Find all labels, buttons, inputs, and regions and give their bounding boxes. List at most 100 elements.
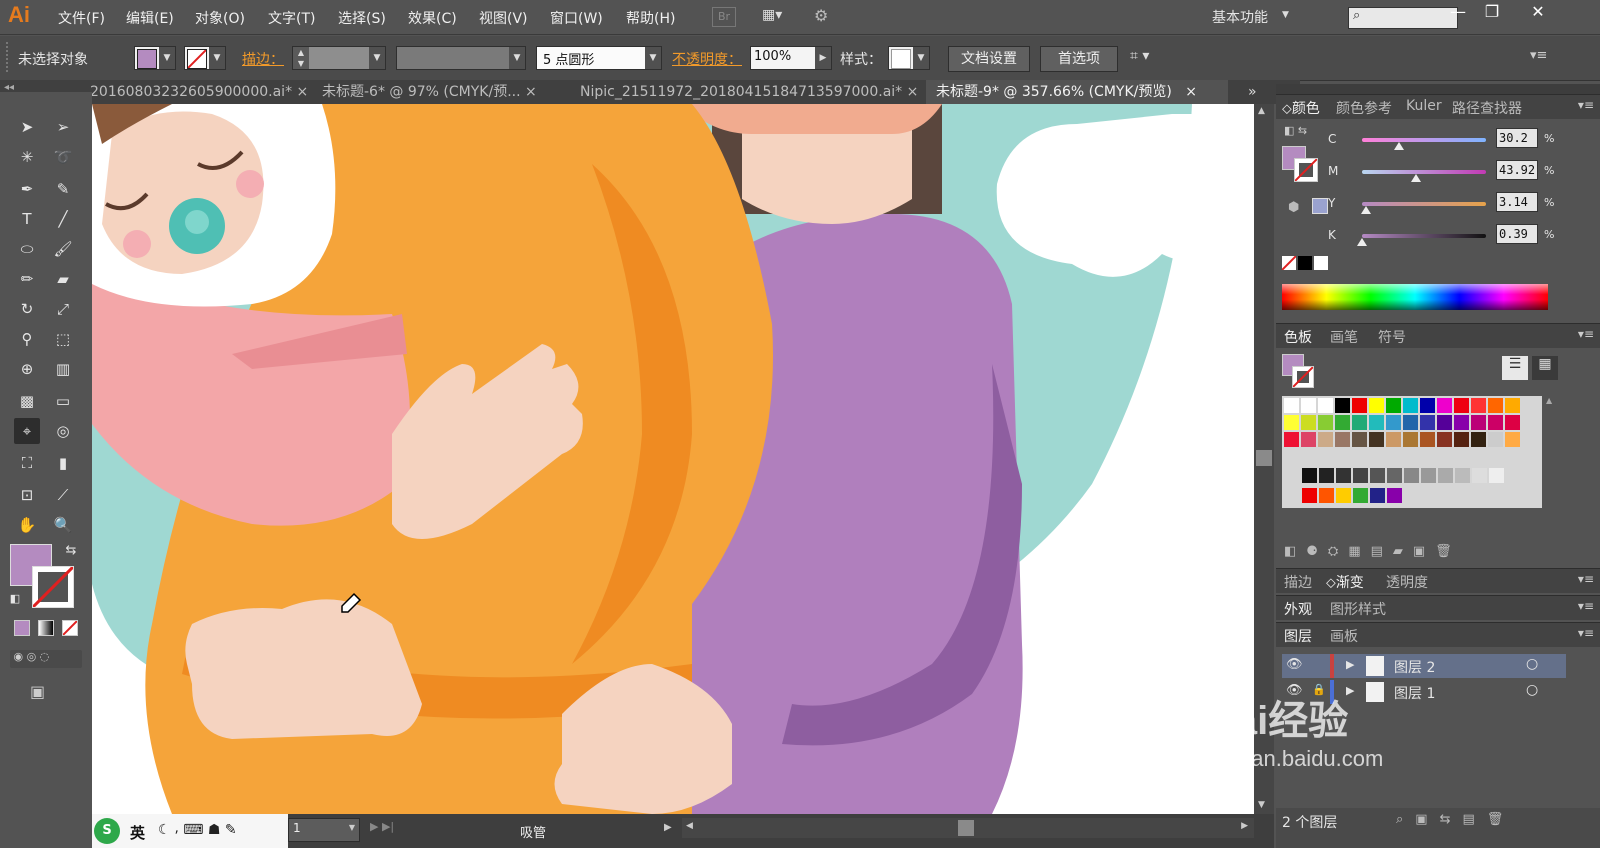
stroke-color-box[interactable] xyxy=(32,566,74,608)
scroll-right-icon[interactable]: ▶ xyxy=(1241,821,1248,831)
color-swatch[interactable] xyxy=(1403,432,1418,447)
arrange-icon[interactable]: ⌗ ▾ xyxy=(1130,48,1149,64)
color-swatch[interactable] xyxy=(1318,432,1333,447)
paintbrush-tool-icon[interactable]: 🖌 xyxy=(50,236,76,262)
color-swatch[interactable] xyxy=(1318,398,1333,413)
panel-menu-icon[interactable]: ▾≡ xyxy=(1578,626,1594,640)
color-swatch[interactable] xyxy=(1471,398,1486,413)
swatch-stroke-preview[interactable] xyxy=(1292,366,1314,388)
scale-tool-icon[interactable]: ⤢ xyxy=(50,296,76,322)
minimize-button[interactable]: — xyxy=(1444,2,1472,26)
shape-builder-tool-icon[interactable]: ⊕ xyxy=(14,356,40,382)
swatch-scrollbar[interactable]: ▲ xyxy=(1546,396,1556,540)
restore-button[interactable]: ❐ xyxy=(1478,2,1506,26)
color-swatch[interactable] xyxy=(1335,432,1350,447)
gradient-mode-icon[interactable] xyxy=(38,620,54,636)
pencil-tool-icon[interactable]: ✏ xyxy=(14,266,40,292)
grayscale-swatch[interactable] xyxy=(1472,468,1487,483)
channel-k-slider[interactable] xyxy=(1357,234,1486,246)
opacity-label[interactable]: 不透明度： xyxy=(672,49,742,69)
menu-type[interactable]: 文字(T) xyxy=(268,8,315,28)
page-number-field[interactable]: 1 ▼ xyxy=(288,818,360,842)
grayscale-swatch[interactable] xyxy=(1302,468,1317,483)
eyedropper-tool-icon[interactable]: ⌖ xyxy=(14,418,40,444)
close-icon[interactable]: × xyxy=(297,84,309,100)
none-mode-icon[interactable] xyxy=(62,620,78,636)
screen-mode-icon[interactable]: ▣ xyxy=(30,682,45,701)
tab-appearance[interactable]: 外观 xyxy=(1284,599,1312,619)
hand-tool-icon[interactable]: ✋ xyxy=(14,512,40,538)
scroll-left-icon[interactable]: ◀ xyxy=(686,821,693,831)
color-swatch[interactable] xyxy=(1454,415,1469,430)
slider-knob[interactable] xyxy=(1394,142,1405,150)
grayscale-swatch[interactable] xyxy=(1489,468,1504,483)
none-swatch[interactable] xyxy=(1282,256,1296,270)
color-swatch[interactable] xyxy=(1437,398,1452,413)
color-swatch[interactable] xyxy=(1335,398,1350,413)
color-mode-icon[interactable] xyxy=(14,620,30,636)
graph-tool-icon[interactable]: ▮ xyxy=(50,450,76,476)
opacity-field[interactable]: 100% ▶ xyxy=(750,46,832,70)
channel-y-slider[interactable] xyxy=(1360,202,1486,214)
tab-artboards[interactable]: 画板 xyxy=(1330,626,1358,646)
color-swatch[interactable] xyxy=(1437,415,1452,430)
stepper-icon[interactable]: ▲ ▼ xyxy=(293,47,309,69)
zoom-tool-icon[interactable]: 🔍 xyxy=(50,512,76,538)
ime-tools-icon[interactable]: ☾ ⸴ ⌨ ☗ ✎ xyxy=(158,820,237,839)
color-swatch[interactable] xyxy=(1403,415,1418,430)
gradient-tool-icon[interactable]: ▭ xyxy=(50,388,76,414)
color-swatch[interactable] xyxy=(1454,398,1469,413)
color-swatch[interactable] xyxy=(1386,432,1401,447)
stroke-dropdown[interactable]: ▼ xyxy=(184,46,226,70)
chevron-down-icon[interactable]: ▼ xyxy=(1282,10,1289,20)
slice-tool-icon[interactable]: ⟋ xyxy=(50,482,76,508)
grayscale-swatch[interactable] xyxy=(1353,468,1368,483)
menu-edit[interactable]: 编辑(E) xyxy=(126,8,174,28)
slider-knob[interactable] xyxy=(1411,174,1422,182)
page-nav-icon[interactable]: ▶ ▶| xyxy=(370,820,394,833)
blend-tool-icon[interactable]: ◎ xyxy=(50,418,76,444)
menu-file[interactable]: 文件(F) xyxy=(58,8,105,28)
target-circle-icon[interactable]: ○ xyxy=(1526,682,1538,698)
ime-toolbar[interactable]: S 英 ☾ ⸴ ⌨ ☗ ✎ xyxy=(92,814,288,848)
arrange-documents-icon[interactable]: ▦▾ xyxy=(762,7,792,27)
tab-document-3[interactable]: Nipic_21511972_20180415184713597000.ai* … xyxy=(574,80,926,104)
layer-name[interactable]: 图层 2 xyxy=(1394,657,1435,677)
group-swatch[interactable] xyxy=(1387,488,1402,503)
color-swatch[interactable] xyxy=(1420,415,1435,430)
color-swatch[interactable] xyxy=(1352,398,1367,413)
group-swatch[interactable] xyxy=(1353,488,1368,503)
line-tool-icon[interactable]: ╱ xyxy=(50,206,76,232)
color-swatch[interactable] xyxy=(1420,432,1435,447)
grayscale-swatch[interactable] xyxy=(1455,468,1470,483)
color-swatch[interactable] xyxy=(1301,432,1316,447)
menu-select[interactable]: 选择(S) xyxy=(338,8,386,28)
slider-knob[interactable] xyxy=(1357,238,1368,246)
preferences-button[interactable]: 首选项 xyxy=(1040,46,1118,72)
fill-dropdown[interactable]: ▼ xyxy=(134,46,176,70)
color-swatch[interactable] xyxy=(1318,415,1333,430)
grayscale-swatch[interactable] xyxy=(1404,468,1419,483)
close-icon[interactable]: × xyxy=(907,84,919,100)
group-swatch[interactable] xyxy=(1319,488,1334,503)
color-swatch[interactable] xyxy=(1369,398,1384,413)
grayscale-swatch[interactable] xyxy=(1438,468,1453,483)
panel-menu-icon[interactable]: ▾≡ xyxy=(1530,48,1547,63)
tab-swatches[interactable]: 色板 xyxy=(1284,327,1312,347)
rotate-tool-icon[interactable]: ↻ xyxy=(14,296,40,322)
tab-transparency[interactable]: 透明度 xyxy=(1386,572,1428,592)
channel-c-slider[interactable] xyxy=(1362,138,1486,150)
swatch-actions-icons[interactable]: ◧⚈⛭▦▤▰▣🗑 xyxy=(1284,544,1462,559)
draw-modes[interactable]: ◉ ◎ ◌ xyxy=(10,650,82,668)
color-swatch[interactable] xyxy=(1352,415,1367,430)
group-swatch[interactable] xyxy=(1370,488,1385,503)
group-swatch[interactable] xyxy=(1336,488,1351,503)
lasso-tool-icon[interactable]: ➰ xyxy=(50,144,76,170)
panel-menu-icon[interactable]: ▾≡ xyxy=(1578,98,1594,112)
color-swatch[interactable] xyxy=(1505,432,1520,447)
grayscale-swatch[interactable] xyxy=(1319,468,1334,483)
magic-wand-tool-icon[interactable]: ✳ xyxy=(14,144,40,170)
workspace-switcher[interactable]: 基本功能 xyxy=(1212,7,1268,27)
web-safe-swatch[interactable] xyxy=(1312,198,1328,214)
ime-language[interactable]: 英 xyxy=(130,822,145,843)
